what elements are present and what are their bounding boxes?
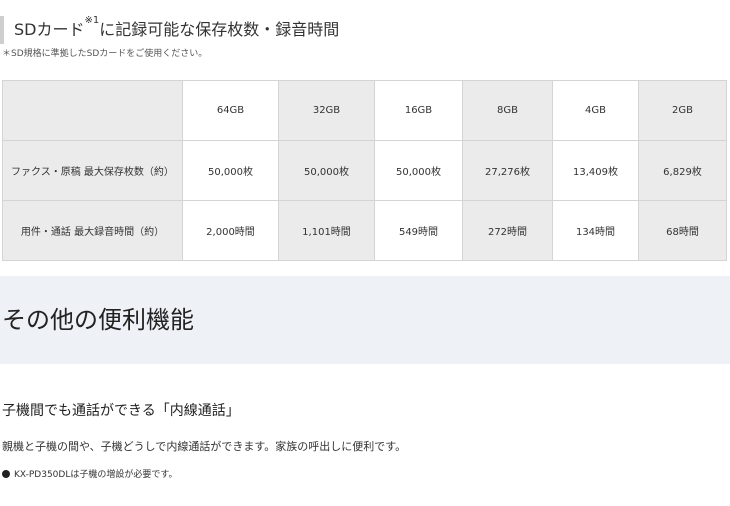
table-cell: 27,276枚 [462, 140, 553, 201]
table-cell: 50,000枚 [182, 140, 279, 201]
table-cell: 50,000枚 [374, 140, 463, 201]
column-header-4gb: 4GB [552, 80, 639, 141]
table-cell: 1,101時間 [278, 200, 375, 261]
bullet-icon [2, 470, 10, 478]
column-header-64gb: 64GB [182, 80, 279, 141]
capacity-table: 64GB 32GB 16GB 8GB 4GB 2GB ファクス・原稿 最大保存枚… [2, 80, 727, 261]
row-label-fax-pages: ファクス・原稿 最大保存枚数（約） [2, 140, 183, 201]
column-header-8gb: 8GB [462, 80, 553, 141]
column-header-32gb: 32GB [278, 80, 375, 141]
table-cell: 50,000枚 [278, 140, 375, 201]
storage-section-heading: SDカード※1に記録可能な保存枚数・録音時間 [0, 15, 340, 44]
table-cell: 68時間 [638, 200, 727, 261]
feature-section-title: その他の便利機能 [2, 306, 194, 334]
column-header-16gb: 16GB [374, 80, 463, 141]
table-row-fax-pages: ファクス・原稿 最大保存枚数（約） 50,000枚 50,000枚 50,000… [2, 140, 727, 201]
table-header-row: 64GB 32GB 16GB 8GB 4GB 2GB [2, 80, 727, 141]
intercom-heading: 子機間でも通話ができる「内線通話」 [2, 403, 240, 419]
heading-footnote-mark: ※1 [84, 15, 100, 26]
table-row-recording-time: 用件・通話 最大録音時間（約） 2,000時間 1,101時間 549時間 27… [2, 200, 727, 261]
row-label-recording-time: 用件・通話 最大録音時間（約） [2, 200, 183, 261]
table-cell: 134時間 [552, 200, 639, 261]
sd-card-note: ＊SD規格に準拠したSDカードをご使用ください。 [2, 49, 208, 59]
model-note-text: KX-PD350DLは子機の増設が必要です。 [14, 470, 178, 480]
table-cell: 13,409枚 [552, 140, 639, 201]
heading-text: SDカード [14, 20, 85, 39]
heading-text-rest: に記録可能な保存枚数・録音時間 [99, 20, 340, 39]
intercom-description: 親機と子機の間や、子機どうしで内線通話ができます。家族の呼出しに便利です。 [2, 440, 407, 453]
model-note: KX-PD350DLは子機の増設が必要です。 [2, 467, 177, 480]
table-cell: 6,829枚 [638, 140, 727, 201]
table-corner-cell [2, 80, 183, 141]
table-cell: 549時間 [374, 200, 463, 261]
column-header-2gb: 2GB [638, 80, 727, 141]
table-cell: 2,000時間 [182, 200, 279, 261]
table-cell: 272時間 [462, 200, 553, 261]
